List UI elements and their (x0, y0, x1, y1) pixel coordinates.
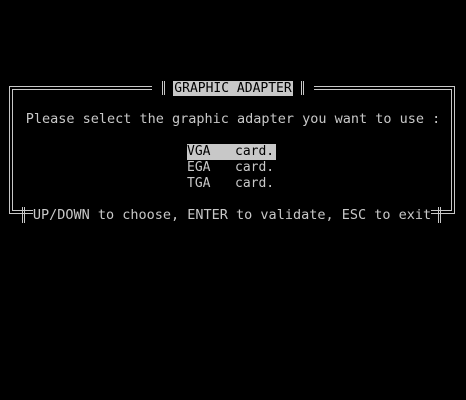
option-ega-name: EGA (187, 160, 211, 175)
option-ega[interactable]: EGA card. (187, 160, 276, 176)
adapter-option-list: VGA card. EGA card. TGA card. (187, 144, 276, 192)
option-tga[interactable]: TGA card. (187, 176, 276, 192)
help-bar: UP/DOWN to choose, ENTER to validate, ES… (9, 206, 455, 224)
title-right-tick (300, 81, 304, 95)
title-left-tick (162, 81, 166, 95)
dialog-prompt: Please select the graphic adapter you wa… (25, 111, 441, 127)
dialog-title: GRAPHIC ADAPTER (173, 80, 293, 96)
option-tga-name: TGA (187, 176, 211, 191)
help-text: UP/DOWN to choose, ENTER to validate, ES… (32, 207, 432, 223)
option-ega-suffix: card. (235, 160, 275, 175)
option-tga-suffix: card. (235, 176, 275, 191)
option-vga-suffix: card. (235, 144, 275, 159)
option-vga-name: VGA (187, 144, 211, 159)
dos-screen: GRAPHIC ADAPTER Please select the graphi… (0, 0, 466, 400)
dialog-title-bar: GRAPHIC ADAPTER (0, 79, 466, 97)
option-vga[interactable]: VGA card. (187, 144, 276, 160)
help-right-tick (438, 207, 441, 223)
